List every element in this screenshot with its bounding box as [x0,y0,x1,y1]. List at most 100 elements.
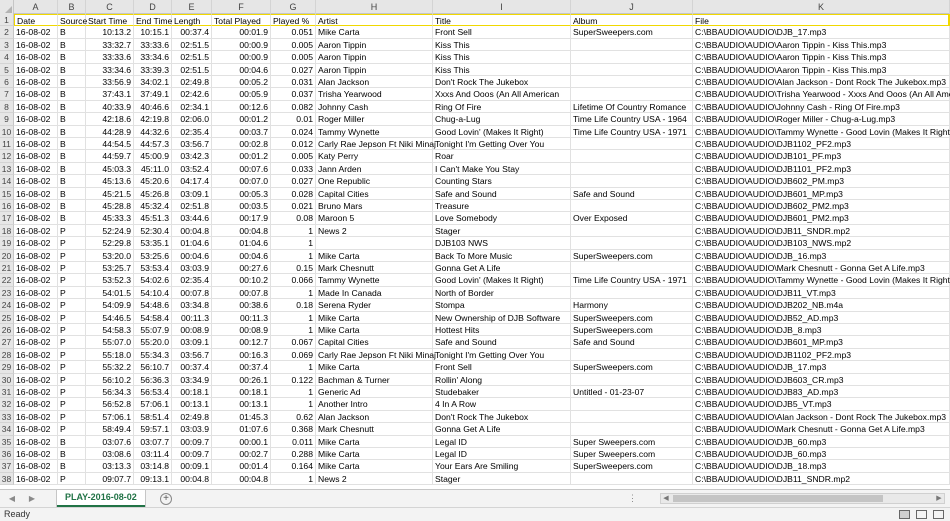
table-cell[interactable]: 55:20.0 [134,336,172,349]
table-cell[interactable]: Johnny Cash [316,100,433,114]
row-number[interactable]: 23 [0,286,14,300]
table-cell[interactable]: 00:04.6 [172,249,212,262]
table-cell[interactable]: C:\BBAUDIO\AUDIO\DJB_60.mp3 [693,448,950,461]
table-cell[interactable]: 03:14.8 [134,460,172,473]
table-cell[interactable]: 0.011 [271,435,316,448]
table-cell[interactable]: Trisha Yearwood [316,88,433,101]
table-cell[interactable]: 45:03.3 [86,162,134,176]
table-cell[interactable]: 00:12.7 [212,336,271,349]
table-cell[interactable]: 00:27.6 [212,262,271,275]
table-cell[interactable]: 03:11.4 [134,448,172,461]
table-cell[interactable]: Time Life Country USA - 1964 [571,113,693,126]
scroll-thumb[interactable] [673,495,883,502]
table-cell[interactable]: Aaron Tippin [316,38,433,52]
table-cell[interactable]: 44:32.6 [134,125,172,138]
table-cell[interactable] [571,472,693,486]
table-cell[interactable]: 53:20.0 [86,249,134,262]
table-cell[interactable]: 55:07.9 [134,324,172,337]
table-cell[interactable]: C:\BBAUDIO\AUDIO\Aaron Tippin - Kiss Thi… [693,51,950,64]
table-cell[interactable]: Mark Chesnutt [316,423,433,436]
row-number[interactable]: 16 [0,200,14,213]
table-cell[interactable]: C:\BBAUDIO\AUDIO\Johnny Cash - Ring Of F… [693,100,950,114]
table-cell[interactable]: 1 [271,398,316,411]
table-cell[interactable]: 02:42.6 [172,88,212,101]
table-cell[interactable]: C:\BBAUDIO\AUDIO\DJB11_VT.mp3 [693,286,950,300]
table-cell[interactable]: 16-08-02 [14,472,58,486]
table-cell[interactable]: 0.012 [271,138,316,151]
table-cell[interactable] [571,348,693,362]
table-cell[interactable]: News 2 [316,224,433,238]
table-cell[interactable]: 16-08-02 [14,361,58,374]
table-cell[interactable]: 0.051 [271,26,316,39]
table-cell[interactable]: Good Lovin' (Makes It Right) [433,125,571,138]
table-cell[interactable]: 16-08-02 [14,274,58,287]
table-cell[interactable]: 00:11.3 [212,311,271,324]
table-cell[interactable]: Generic Ad [316,386,433,399]
table-cell[interactable]: P [58,361,86,374]
column-header-a[interactable]: A [14,0,58,14]
table-cell[interactable]: 0.028 [271,187,316,200]
row-number[interactable]: 26 [0,324,14,337]
table-cell[interactable]: 33:32.7 [86,38,134,52]
row-number[interactable]: 2 [0,26,14,39]
table-cell[interactable]: 10:15.1 [134,26,172,39]
column-header-b[interactable]: B [58,0,86,14]
table-cell[interactable]: 03:03.9 [172,423,212,436]
table-cell[interactable]: 58:49.4 [86,423,134,436]
table-cell[interactable]: C:\BBAUDIO\AUDIO\DJB5_VT.mp3 [693,398,950,411]
table-cell[interactable]: Kiss This [433,38,571,52]
table-cell[interactable]: Don't Rock The Jukebox [433,410,571,424]
table-cell[interactable]: 53:25.6 [134,249,172,262]
table-cell[interactable] [571,410,693,424]
table-cell[interactable]: Safe and Sound [433,336,571,349]
table-cell[interactable]: 00:00.9 [212,51,271,64]
header-cell[interactable]: Date [14,14,58,27]
table-cell[interactable]: 45:11.0 [134,162,172,176]
table-cell[interactable]: SuperSweepers.com [571,249,693,262]
table-cell[interactable]: C:\BBAUDIO\AUDIO\DJB52_AD.mp3 [693,311,950,324]
table-cell[interactable]: Tonight I'm Getting Over You [433,348,571,362]
table-cell[interactable]: 54:58.3 [86,324,134,337]
table-cell[interactable]: 1 [271,472,316,486]
table-cell[interactable]: Bachman & Turner [316,373,433,386]
table-cell[interactable]: 0.033 [271,162,316,176]
table-cell[interactable]: 01:07.6 [212,423,271,436]
table-cell[interactable]: P [58,299,86,312]
table-cell[interactable]: B [58,88,86,101]
table-cell[interactable]: P [58,386,86,399]
table-cell[interactable]: 44:54.5 [86,138,134,151]
table-cell[interactable]: 0.031 [271,76,316,89]
table-cell[interactable] [571,76,693,89]
table-cell[interactable]: 00:10.2 [212,274,271,287]
table-cell[interactable]: 16-08-02 [14,460,58,473]
row-number[interactable]: 32 [0,398,14,411]
table-cell[interactable]: 16-08-02 [14,138,58,151]
select-all-corner[interactable] [0,0,14,14]
row-number[interactable]: 30 [0,373,14,386]
table-cell[interactable]: 00:13.1 [212,398,271,411]
table-cell[interactable]: 00:07.8 [212,286,271,300]
table-cell[interactable]: 1 [271,361,316,374]
row-number[interactable]: 14 [0,175,14,188]
table-cell[interactable]: Stager [433,224,571,238]
table-cell[interactable]: Xxxs And Ooos (An All American [433,88,571,101]
normal-view-icon[interactable] [899,510,910,519]
table-cell[interactable]: 0.027 [271,175,316,188]
table-cell[interactable]: Good Lovin' (Makes It Right) [433,274,571,287]
table-cell[interactable]: C:\BBAUDIO\AUDIO\DJB_18.mp3 [693,460,950,473]
header-cell[interactable]: Source [58,14,87,27]
row-number[interactable]: 15 [0,187,14,200]
column-header-i[interactable]: I [433,0,571,14]
horizontal-scrollbar[interactable]: ◀ ▶ [660,493,945,504]
table-cell[interactable]: 56:53.4 [134,386,172,399]
row-number[interactable]: 38 [0,472,14,486]
table-cell[interactable]: Super Sweepers.com [571,435,693,448]
table-cell[interactable]: 45:20.6 [134,175,172,188]
table-cell[interactable]: Safe and Sound [571,187,693,200]
sheet-tab-play[interactable]: PLAY-2016-08-02 [57,490,145,507]
table-cell[interactable]: Capital Cities [316,187,433,200]
table-cell[interactable]: 02:51.5 [172,63,212,76]
table-cell[interactable]: 33:56.9 [86,76,134,89]
table-cell[interactable]: Lifetime Of Country Romance [571,100,693,114]
table-cell[interactable]: 01:04.6 [212,237,271,250]
